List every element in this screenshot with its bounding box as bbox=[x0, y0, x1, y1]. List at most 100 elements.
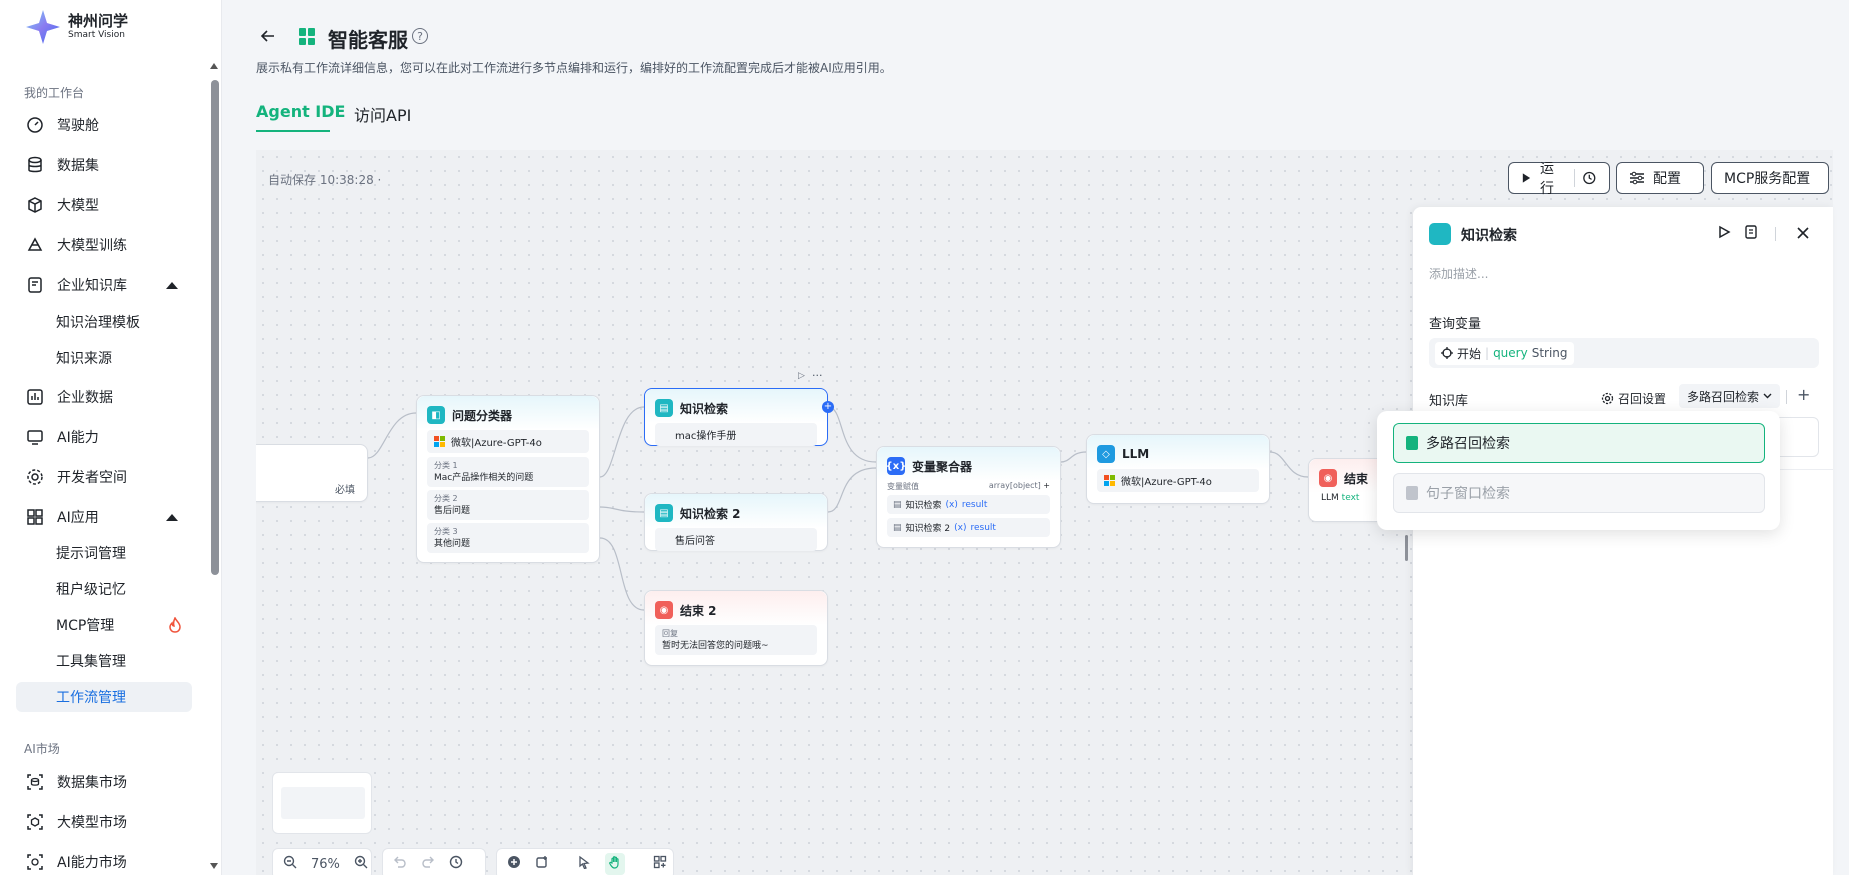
node-header: ▤ 知识检索 2 bbox=[645, 494, 827, 528]
option-label: 多路召回检索 bbox=[1426, 436, 1510, 452]
end-node-2[interactable]: ◉ 结束 2 回复 暂时无法回答您的问题哦~ bbox=[644, 590, 828, 666]
reply-row: 回复 暂时无法回答您的问题哦~ bbox=[655, 625, 817, 655]
undo-icon[interactable] bbox=[393, 855, 407, 873]
sidebar-sub-prompt[interactable]: 提示词管理 bbox=[16, 538, 192, 568]
add-note-icon[interactable] bbox=[535, 855, 549, 873]
var-assign-row: 变量赋值 array[object] + bbox=[877, 481, 1060, 492]
add-var-icon[interactable]: + bbox=[1043, 481, 1050, 490]
model-row: 微软|Azure-GPT-4o bbox=[1097, 469, 1259, 492]
sidebar-sub-mcp[interactable]: MCP管理 bbox=[16, 610, 192, 640]
llm-icon: ◇ bbox=[1097, 445, 1115, 463]
zoom-in-icon[interactable] bbox=[354, 855, 368, 873]
kb-item-label: 售后问答 bbox=[675, 536, 715, 547]
variable-aggregator-node[interactable]: {x} 变量聚合器 变量赋值 array[object] + ▤ 知识检索 (x… bbox=[876, 446, 1061, 548]
collapse-icon[interactable] bbox=[166, 514, 178, 521]
add-node-icon[interactable] bbox=[507, 855, 521, 873]
sidebar-scroll-thumb[interactable] bbox=[211, 80, 219, 575]
tab-agent-ide[interactable]: Agent IDE bbox=[256, 102, 345, 121]
minimap[interactable] bbox=[272, 772, 372, 834]
model-name: 微软|Azure-GPT-4o bbox=[1121, 477, 1212, 488]
sidebar-sub-kb-template[interactable]: 知识治理模板 bbox=[16, 307, 192, 337]
sidebar-item-enterprise-data[interactable]: 企业数据 bbox=[16, 382, 192, 412]
sidebar-item-label: AI应用 bbox=[57, 510, 99, 526]
aggregator-icon: {x} bbox=[886, 457, 906, 475]
sidebar-item-model[interactable]: 大模型 bbox=[16, 190, 192, 220]
start-required-label: 必填 bbox=[335, 485, 355, 496]
sidebar-item-dataset-market[interactable]: 数据集市场 bbox=[16, 767, 192, 797]
sidebar-item-cockpit[interactable]: 驾驶舱 bbox=[16, 110, 192, 140]
config-button[interactable]: 配置 bbox=[1616, 162, 1704, 194]
history-controls bbox=[382, 848, 486, 875]
redo-icon[interactable] bbox=[421, 855, 435, 873]
divider bbox=[1573, 169, 1575, 187]
kb-search-node-2[interactable]: ▤ 知识检索 2 售后问答 bbox=[644, 493, 828, 551]
sidebar-item-ai-app[interactable]: AI应用 bbox=[16, 502, 192, 532]
model-market-icon bbox=[26, 813, 44, 831]
reply-text: 暂时无法回答您的问题哦~ bbox=[662, 641, 769, 651]
history-clock-icon[interactable] bbox=[1582, 170, 1597, 186]
microsoft-icon bbox=[434, 436, 445, 447]
sidebar-item-training[interactable]: 大模型训练 bbox=[16, 230, 192, 260]
sidebar-item-label: 开发者空间 bbox=[57, 470, 127, 486]
description-input[interactable]: 添加描述... bbox=[1429, 265, 1488, 282]
run-label: 运行 bbox=[1539, 161, 1554, 197]
option-multi-recall[interactable]: 多路召回检索 bbox=[1393, 423, 1765, 463]
node-header: ◉ 结束 2 bbox=[645, 591, 827, 625]
recall-mode-select[interactable]: 多路召回检索 bbox=[1679, 384, 1781, 408]
brand-logo[interactable]: 神州问学 Smart Vision bbox=[24, 8, 128, 46]
close-icon[interactable] bbox=[1796, 226, 1810, 244]
cube-icon bbox=[26, 196, 44, 214]
sidebar-sub-mcp-label: MCP管理 bbox=[56, 618, 115, 634]
sidebar-item-label: 数据集 bbox=[57, 158, 99, 174]
kb-search-node-1[interactable]: ▤ 知识检索 mac操作手册 + bbox=[644, 388, 834, 446]
kb-item: 售后问答 bbox=[655, 528, 817, 551]
recall-settings-button[interactable]: 召回设置 bbox=[1601, 390, 1666, 407]
node-title: 变量聚合器 bbox=[912, 459, 973, 474]
sidebar-item-label: AI能力 bbox=[57, 430, 99, 446]
mcp-config-label: MCP服务配置 bbox=[1724, 171, 1811, 187]
sidebar-item-dataset[interactable]: 数据集 bbox=[16, 150, 192, 180]
class-label: 分类 2 bbox=[434, 494, 458, 503]
hand-icon[interactable] bbox=[605, 853, 625, 875]
end-icon: ◉ bbox=[655, 601, 673, 619]
sidebar-item-label: 大模型 bbox=[57, 198, 99, 214]
zoom-out-icon[interactable] bbox=[283, 855, 297, 873]
add-node-icon[interactable]: + bbox=[822, 401, 834, 413]
sidebar-item-dev-space[interactable]: 开发者空间 bbox=[16, 462, 192, 492]
back-arrow-icon[interactable] bbox=[256, 24, 280, 48]
tab-access-api[interactable]: 访问API bbox=[354, 102, 411, 126]
run-button[interactable]: 运行 bbox=[1508, 161, 1610, 197]
query-variable-field[interactable]: 开始 | query String bbox=[1429, 338, 1819, 368]
kb-item: mac操作手册 bbox=[655, 423, 817, 446]
kb-item-label: mac操作手册 bbox=[675, 431, 737, 442]
pointer-icon[interactable] bbox=[577, 855, 591, 873]
sidebar-item-kb[interactable]: 企业知识库 bbox=[16, 270, 192, 300]
add-kb-icon[interactable]: + bbox=[1797, 385, 1810, 404]
help-icon[interactable]: ? bbox=[412, 28, 428, 44]
node-title: 知识检索 2 bbox=[680, 506, 741, 521]
panel-notes-icon[interactable] bbox=[1744, 225, 1758, 243]
history-icon[interactable] bbox=[449, 855, 463, 873]
sidebar-item-ai-market[interactable]: AI能力市场 bbox=[16, 847, 192, 875]
node-title: 结束 bbox=[1344, 471, 1369, 486]
option-sentence-window[interactable]: 句子窗口检索 bbox=[1393, 473, 1765, 513]
llm-node[interactable]: ◇ LLM 微软|Azure-GPT-4o bbox=[1086, 434, 1270, 504]
mcp-config-button[interactable]: MCP服务配置 bbox=[1711, 162, 1829, 194]
layout-icon[interactable] bbox=[653, 855, 667, 873]
node-more-icon[interactable]: ··· bbox=[812, 369, 823, 382]
sidebar-item-ai-ability[interactable]: AI能力 bbox=[16, 422, 192, 452]
panel-run-icon[interactable] bbox=[1717, 225, 1731, 243]
panel-scrollbar[interactable] bbox=[1405, 537, 1408, 561]
node-title: LLM bbox=[1122, 447, 1150, 461]
chip-separator: | bbox=[1485, 346, 1490, 360]
start-node[interactable]: 必填 bbox=[256, 444, 368, 502]
sidebar-sub-memory[interactable]: 租户级记忆 bbox=[16, 574, 192, 604]
sidebar-item-model-market[interactable]: 大模型市场 bbox=[16, 807, 192, 837]
sidebar-sub-workflow[interactable]: 工作流管理 bbox=[16, 682, 192, 712]
kb-icon: ▤ bbox=[893, 522, 902, 533]
sidebar-sub-toolset[interactable]: 工具集管理 bbox=[16, 646, 192, 676]
sidebar-sub-kb-source[interactable]: 知识来源 bbox=[16, 343, 192, 373]
collapse-icon[interactable] bbox=[166, 282, 178, 289]
classifier-node[interactable]: ◧ 问题分类器 微软|Azure-GPT-4o 分类 1 Mac产品操作相关的问题… bbox=[416, 395, 600, 563]
node-run-icon[interactable]: ▷ bbox=[798, 371, 805, 381]
